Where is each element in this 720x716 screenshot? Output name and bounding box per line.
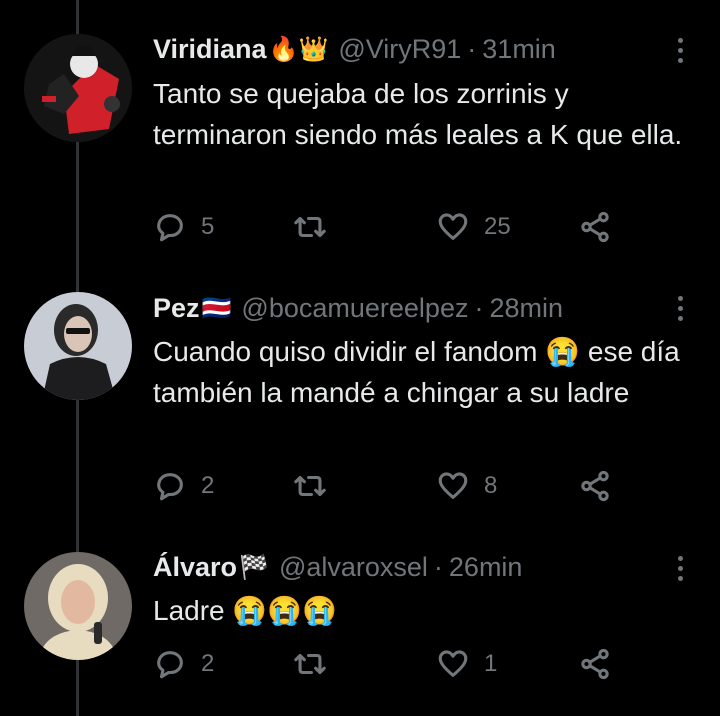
- retweet-icon: [294, 653, 326, 675]
- retweet-button[interactable]: [293, 647, 341, 681]
- reply-button[interactable]: 2: [153, 647, 214, 681]
- tweet-header: Álvaro 🏁 @alvaroxsel · 26min: [153, 552, 522, 583]
- separator: ·: [474, 293, 484, 323]
- tweet-text: Ladre 😭😭😭: [153, 595, 337, 626]
- avatar-harley-image: [24, 34, 132, 142]
- heart-icon: [438, 213, 468, 240]
- share-button[interactable]: [578, 647, 612, 681]
- name-emoji: 🇨🇷: [201, 295, 232, 322]
- avatar[interactable]: [24, 34, 132, 142]
- avatar-portrait-image: [24, 552, 132, 660]
- reply-count: 2: [201, 472, 215, 499]
- name-emoji: 🏁: [239, 554, 269, 581]
- like-count: 8: [484, 472, 498, 499]
- reply-icon: [157, 214, 183, 242]
- tweet-text: Tanto se quejaba de los zorrinis y termi…: [153, 78, 683, 150]
- heart-icon: [438, 650, 468, 677]
- share-icon: [581, 211, 609, 243]
- display-name[interactable]: Viridiana: [153, 34, 267, 65]
- user-handle[interactable]: @bocamuereelpez: [241, 293, 468, 324]
- avatar[interactable]: [24, 292, 132, 400]
- reply-count: 2: [201, 650, 215, 677]
- share-icon: [581, 470, 609, 502]
- tweet-header: Pez 🇨🇷 @bocamuereelpez · 28min: [153, 293, 563, 324]
- display-name[interactable]: Pez: [153, 293, 200, 324]
- reply-button[interactable]: 5: [153, 210, 214, 244]
- timestamp[interactable]: 28min: [489, 293, 563, 324]
- like-button[interactable]: 8: [436, 469, 497, 503]
- retweet-icon: [294, 216, 326, 238]
- avatar-portrait-image: [24, 292, 132, 400]
- separator: ·: [433, 552, 443, 582]
- share-icon: [581, 648, 609, 680]
- heart-icon: [438, 472, 468, 499]
- timestamp[interactable]: 26min: [449, 552, 523, 583]
- like-count: 1: [484, 650, 498, 677]
- reply-icon: [157, 651, 183, 679]
- reply-button[interactable]: 2: [153, 469, 214, 503]
- reply-count: 5: [201, 213, 215, 240]
- user-handle[interactable]: @alvaroxsel: [279, 552, 428, 583]
- like-button[interactable]: 25: [436, 210, 511, 244]
- more-icon[interactable]: [670, 296, 690, 321]
- retweet-button[interactable]: [293, 210, 341, 244]
- like-button[interactable]: 1: [436, 647, 497, 681]
- display-name[interactable]: Álvaro: [153, 552, 237, 583]
- tweet-actions: 5 25: [153, 210, 623, 250]
- user-handle[interactable]: @ViryR91: [338, 34, 461, 65]
- reply-icon: [157, 473, 183, 501]
- name-emoji: 🔥👑: [268, 36, 329, 63]
- separator: ·: [467, 34, 477, 64]
- timestamp[interactable]: 31min: [482, 34, 556, 65]
- tweet-text: Cuando quiso dividir el fandom 😭 ese día…: [153, 336, 680, 408]
- share-button[interactable]: [578, 210, 612, 244]
- more-icon[interactable]: [670, 556, 690, 581]
- tweet-actions: 2 8: [153, 469, 623, 509]
- more-icon[interactable]: [670, 38, 690, 63]
- tweet-actions: 2 1: [153, 647, 623, 687]
- retweet-icon: [294, 475, 326, 497]
- tweet-header: Viridiana 🔥👑 @ViryR91 · 31min: [153, 34, 556, 65]
- share-button[interactable]: [578, 469, 612, 503]
- avatar[interactable]: [24, 552, 132, 660]
- like-count: 25: [484, 213, 511, 240]
- retweet-button[interactable]: [293, 469, 341, 503]
